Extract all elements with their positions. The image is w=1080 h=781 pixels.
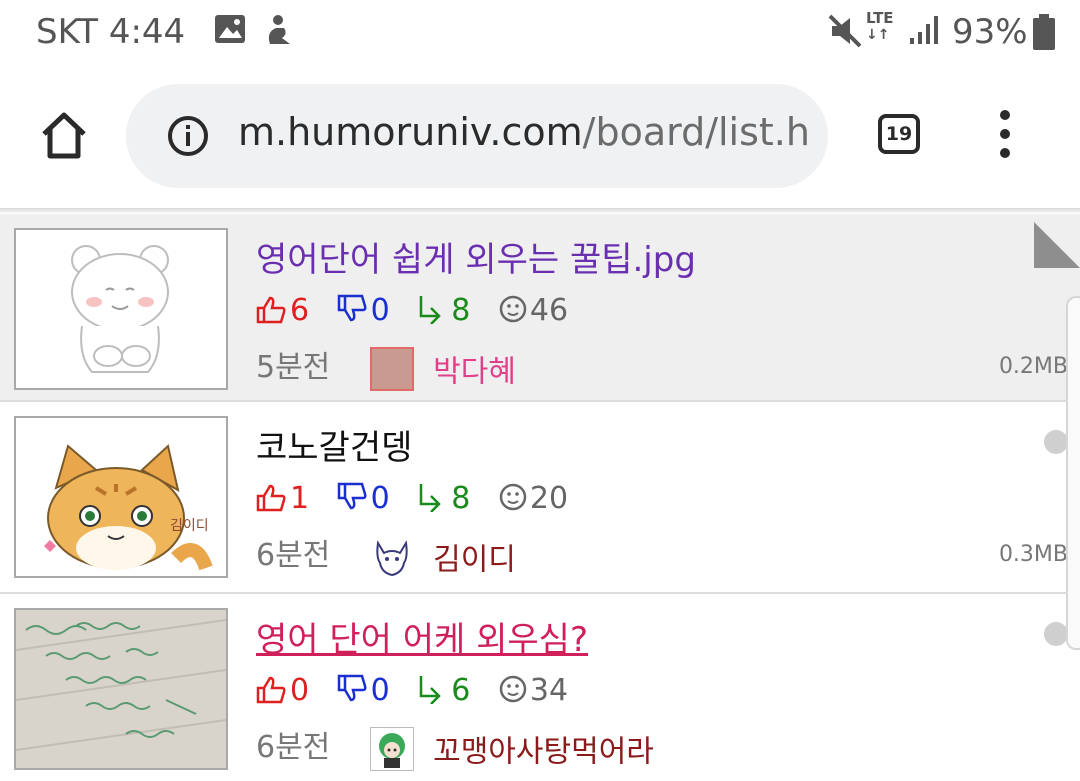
mute-icon (828, 14, 862, 52)
info-icon[interactable] (166, 114, 210, 158)
thumbs-up-icon (256, 484, 286, 512)
author-name[interactable]: 박다혜 (433, 355, 516, 390)
more-menu-icon[interactable] (994, 110, 1016, 166)
image-icon (214, 14, 246, 48)
post-meta: 6분전 꼬맹아사탕먹어라 (256, 722, 654, 771)
likes-count: 6 (290, 293, 310, 328)
thumbs-up-icon (256, 296, 286, 324)
share-arrow-icon (420, 484, 442, 513)
smiley-icon (499, 675, 527, 703)
avatar[interactable] (370, 535, 414, 579)
shares-count: 6 (451, 673, 471, 708)
post-time: 5분전 (256, 350, 331, 385)
scrollbar[interactable] (1066, 296, 1080, 650)
share-arrow-icon (420, 296, 442, 325)
corner-fold-icon (1034, 222, 1080, 268)
share-arrow-icon (420, 676, 442, 705)
lte-icon: LTE ↓↑ (866, 9, 894, 43)
thumbs-down-icon (337, 482, 367, 510)
author-name[interactable]: 김이디 (433, 543, 516, 578)
post-thumbnail[interactable] (14, 228, 228, 390)
file-size: 0.3MB (998, 542, 1068, 567)
url-domain: m.humoruniv.com (238, 110, 583, 154)
post-thumbnail[interactable]: 김이디 (14, 416, 228, 578)
list-item[interactable]: 김이디 코노갈건뎅 1 0 8 20 6분전 김이디 0.3MB (0, 402, 1080, 594)
post-stats: 6 0 8 46 (256, 292, 586, 332)
shares-stat: 6 (417, 673, 470, 708)
signal-icon (908, 16, 940, 50)
post-meta: 6분전 김이디 (256, 530, 516, 579)
list-item[interactable]: 영어단어 쉽게 외우는 꿀팁.jpg 6 0 8 46 5분전 박다혜 0.2M… (0, 214, 1080, 402)
battery-icon (1032, 14, 1056, 54)
dislikes-count: 0 (370, 673, 390, 708)
post-time: 6분전 (256, 730, 331, 765)
home-icon[interactable] (36, 108, 92, 164)
post-title-link[interactable]: 영어단어 쉽게 외우는 꿀팁.jpg (256, 232, 696, 281)
thumbs-down-icon (337, 674, 367, 702)
author-name[interactable]: 꼬맹아사탕먹어라 (433, 735, 654, 770)
comments-stat: 34 (498, 673, 568, 708)
dislikes-stat: 0 (337, 673, 390, 708)
comments-count: 20 (529, 481, 569, 516)
dislikes-stat: 0 (337, 481, 390, 516)
dislikes-count: 0 (370, 293, 390, 328)
thumbs-down-icon (337, 294, 367, 322)
address-bar[interactable]: m.humoruniv.com/board/list.h (126, 84, 828, 188)
dislikes-count: 0 (370, 481, 390, 516)
file-size: 0.2MB (998, 354, 1068, 379)
comments-count: 46 (529, 293, 569, 328)
comments-count: 34 (529, 673, 569, 708)
status-dot (1044, 622, 1068, 646)
dislikes-stat: 0 (337, 293, 390, 328)
battery-percent: 93% (952, 12, 1028, 52)
shares-stat: 8 (417, 481, 470, 516)
shares-stat: 8 (417, 293, 470, 328)
post-stats: 1 0 8 20 (256, 480, 586, 520)
tab-count: 19 (885, 123, 913, 145)
accessibility-icon (264, 14, 294, 52)
post-title: 영어단어 쉽게 외우는 꿀팁.jpg (256, 240, 696, 280)
likes-count: 0 (290, 673, 310, 708)
tab-switcher-icon[interactable]: 19 (878, 114, 920, 154)
likes-stat: 1 (256, 481, 309, 516)
status-dot (1044, 430, 1068, 454)
post-time: 6분전 (256, 538, 331, 573)
browser-toolbar: m.humoruniv.com/board/list.h 19 (0, 68, 1080, 208)
post-title-link[interactable]: 영어 단어 어케 외우심? (256, 612, 588, 661)
post-stats: 0 0 6 34 (256, 672, 586, 712)
shares-count: 8 (451, 293, 471, 328)
shares-count: 8 (451, 481, 471, 516)
post-meta: 5분전 박다혜 (256, 342, 516, 391)
network-label: LTE (866, 9, 894, 27)
post-title: 영어 단어 어케 외우심? (256, 620, 588, 660)
likes-stat: 0 (256, 673, 309, 708)
status-bar: SKT 4:44 LTE ↓↑ 93% (0, 0, 1080, 68)
likes-stat: 6 (256, 293, 309, 328)
url-path: /board/list.h (582, 110, 810, 154)
carrier-time: SKT 4:44 (36, 12, 186, 52)
smiley-icon (499, 483, 527, 511)
avatar[interactable] (369, 726, 414, 771)
smiley-icon (499, 295, 527, 323)
post-thumbnail[interactable] (14, 608, 228, 770)
likes-count: 1 (290, 481, 310, 516)
url-text[interactable]: m.humoruniv.com/board/list.h (238, 110, 828, 154)
svg-text:김이디: 김이디 (170, 518, 209, 534)
comments-stat: 20 (498, 481, 568, 516)
post-title: 코노갈건뎅 (256, 428, 413, 468)
thumbs-up-icon (256, 676, 286, 704)
list-item[interactable]: 영어 단어 어케 외우심? 0 0 6 34 6분전 꼬맹아사탕먹어라 (0, 594, 1080, 781)
comments-stat: 46 (498, 293, 568, 328)
avatar[interactable] (369, 346, 414, 391)
post-title-link[interactable]: 코노갈건뎅 (256, 420, 412, 469)
